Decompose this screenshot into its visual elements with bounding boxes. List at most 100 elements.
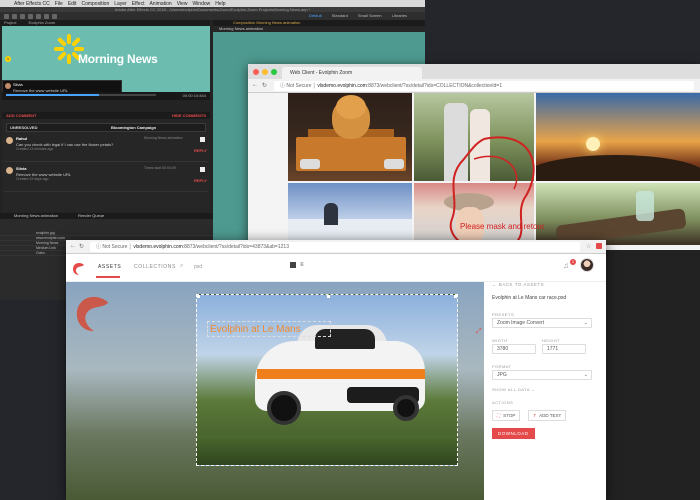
presets-label: PRESETS bbox=[492, 312, 515, 317]
hide-comments-button[interactable]: HIDE COMMENTS bbox=[172, 112, 206, 119]
height-input[interactable]: 1771 bbox=[542, 344, 586, 354]
crop-handle[interactable] bbox=[454, 295, 457, 298]
add-text-label: ADD TEXT bbox=[539, 413, 562, 418]
url-host: vlsdemo.evolphin.com bbox=[133, 244, 183, 250]
workspace-standard[interactable]: Standard bbox=[332, 13, 348, 18]
search-icon[interactable]: ⌕ bbox=[180, 263, 183, 270]
add-text-button[interactable]: T ADD TEXT bbox=[528, 410, 567, 421]
zoom-tool-icon[interactable] bbox=[20, 13, 25, 19]
text-overlay[interactable]: Evolphin at Le Mans bbox=[207, 321, 331, 337]
browser-url-bar: ← ↻ ⓘ Not Secure │ vlsdemo.evolphin.com:… bbox=[66, 240, 606, 254]
back-to-assets-link[interactable]: ← BACK TO ASSETS bbox=[492, 282, 544, 287]
ae-toolbar: Default Standard Small Screen Libraries bbox=[0, 12, 425, 20]
menu-composition[interactable]: Composition bbox=[81, 1, 109, 7]
crop-handle[interactable] bbox=[197, 295, 200, 298]
expand-icon[interactable]: ⤢ bbox=[476, 328, 482, 336]
sun bbox=[586, 137, 600, 151]
car-wheel bbox=[267, 391, 301, 425]
height-label: HEIGHT bbox=[542, 338, 561, 343]
preset-value: Zoom Image Convert bbox=[497, 320, 544, 326]
bell-icon[interactable]: ♫ bbox=[563, 261, 569, 270]
menu-animation[interactable]: Animation bbox=[149, 1, 171, 7]
transport-bar: 00:00:10:844 bbox=[2, 92, 210, 100]
back-arrow-icon[interactable]: ← bbox=[70, 243, 76, 249]
width-input[interactable]: 3780 bbox=[492, 344, 536, 354]
comment-meta: Times start 00:00:09 bbox=[144, 166, 176, 170]
minimize-window-icon[interactable] bbox=[262, 69, 268, 75]
comment-marker-badge[interactable]: 1 bbox=[5, 56, 11, 62]
download-button[interactable]: DOWNLOAD bbox=[492, 428, 535, 439]
grid-view-icon[interactable] bbox=[290, 262, 296, 268]
selection-tool-icon[interactable] bbox=[4, 13, 9, 19]
back-arrow-icon[interactable]: ← bbox=[252, 82, 258, 88]
mac-menubar: After Effects CC File Edit Composition L… bbox=[0, 0, 425, 7]
workspace-default[interactable]: Default bbox=[309, 13, 322, 18]
search-input[interactable] bbox=[194, 262, 294, 272]
hand-tool-icon[interactable] bbox=[12, 13, 17, 19]
comments-filter[interactable]: UNRESOLVED Bloomington Campaign bbox=[6, 123, 206, 132]
rotate-tool-icon[interactable] bbox=[28, 13, 33, 19]
thumbnail-sunset[interactable] bbox=[536, 93, 700, 181]
crop-region[interactable]: Evolphin at Le Mans bbox=[196, 294, 458, 466]
close-window-icon[interactable] bbox=[253, 69, 259, 75]
workspace-switcher: Default Standard Small Screen Libraries bbox=[309, 13, 407, 18]
preview-title: Morning News bbox=[78, 52, 158, 66]
crop-handle[interactable] bbox=[327, 295, 330, 298]
image-editor-canvas[interactable]: Evolphin at Le Mans ⤢ bbox=[66, 282, 484, 500]
resolve-checkbox[interactable] bbox=[200, 137, 205, 142]
menu-effect[interactable]: Effect bbox=[132, 1, 145, 7]
reply-button[interactable]: REPLY bbox=[194, 178, 207, 183]
pen-tool-icon[interactable] bbox=[44, 13, 49, 19]
back-to-assets-label: BACK TO ASSETS bbox=[498, 282, 545, 287]
browser-tab[interactable]: Web Client - Evolphin Zoom bbox=[282, 67, 422, 79]
asset-properties-panel: ← BACK TO ASSETS Evolphin at Le Mans car… bbox=[484, 282, 606, 500]
list-view-icon[interactable]: ≡ bbox=[300, 262, 304, 268]
address-field[interactable]: ⓘ Not Secure │ vlsdemo.evolphin.com:8873… bbox=[90, 242, 580, 252]
comment-item[interactable]: Rahul Can you check with legal if I can … bbox=[4, 134, 208, 162]
playback-scrubber[interactable] bbox=[6, 94, 156, 96]
resolve-checkbox[interactable] bbox=[200, 167, 205, 172]
address-field[interactable]: ⓘ Not Secure │ vlsdemo.evolphin.com:8873… bbox=[274, 81, 694, 91]
thumbnail-bottle-log[interactable] bbox=[536, 183, 700, 245]
reload-icon[interactable]: ↻ bbox=[262, 82, 267, 89]
add-comment-button[interactable]: ADD COMMENT bbox=[6, 112, 36, 119]
menu-edit[interactable]: Edit bbox=[68, 1, 77, 7]
star-icon[interactable]: ☆ bbox=[586, 243, 591, 250]
format-select[interactable]: JPG ⌄ bbox=[492, 370, 592, 380]
crop-stop-button[interactable]: ⛶ STOP bbox=[492, 410, 521, 421]
menu-app[interactable]: After Effects CC bbox=[14, 1, 50, 7]
menu-view[interactable]: View bbox=[177, 1, 188, 7]
show-all-data-toggle[interactable]: SHOW ALL DATA ⌄ bbox=[492, 387, 535, 392]
comment-item[interactable]: Silvia Remove the www website URL Create… bbox=[4, 164, 208, 192]
avatar bbox=[6, 137, 13, 144]
hill bbox=[536, 155, 700, 181]
comment-meta: Morning News animation bbox=[144, 136, 183, 140]
security-label: Not Secure bbox=[286, 83, 312, 89]
maximize-window-icon[interactable] bbox=[271, 69, 277, 75]
preset-select[interactable]: Zoom Image Convert ⌄ bbox=[492, 318, 592, 328]
avatar[interactable] bbox=[580, 258, 594, 272]
nav-collections[interactable]: COLLECTIONS bbox=[134, 264, 176, 270]
reply-button[interactable]: REPLY bbox=[194, 148, 207, 153]
text-tool-icon[interactable] bbox=[52, 13, 57, 19]
menu-file[interactable]: File bbox=[55, 1, 63, 7]
reload-icon[interactable]: ↻ bbox=[79, 243, 84, 250]
menu-window[interactable]: Window bbox=[192, 1, 210, 7]
composition-breadcrumb[interactable]: Morning News animation bbox=[213, 26, 425, 32]
filter-status[interactable]: UNRESOLVED bbox=[10, 124, 37, 132]
nav-assets[interactable]: ASSETS bbox=[98, 264, 121, 270]
extension-icon[interactable] bbox=[596, 243, 602, 249]
evolphin-logo-icon[interactable] bbox=[72, 262, 86, 276]
workspace-small-screen[interactable]: Small Screen bbox=[358, 13, 382, 18]
car-livery-stripe bbox=[257, 369, 425, 379]
desktop: After Effects CC File Edit Composition L… bbox=[0, 0, 700, 500]
menu-layer[interactable]: Layer bbox=[114, 1, 127, 7]
timecode: 00:00:10:844 bbox=[182, 93, 206, 98]
camera-tool-icon[interactable] bbox=[36, 13, 41, 19]
menu-help[interactable]: Help bbox=[215, 1, 225, 7]
comment-time: Created 13 minutes ago bbox=[16, 147, 54, 151]
app-nav: ASSETS COLLECTIONS ⌕ ≡ ♫ 1 bbox=[66, 254, 606, 282]
thumbnail-mountain[interactable] bbox=[288, 183, 412, 245]
thumbnail-teddy-bear[interactable] bbox=[288, 93, 412, 181]
workspace-libraries[interactable]: Libraries bbox=[392, 13, 407, 18]
